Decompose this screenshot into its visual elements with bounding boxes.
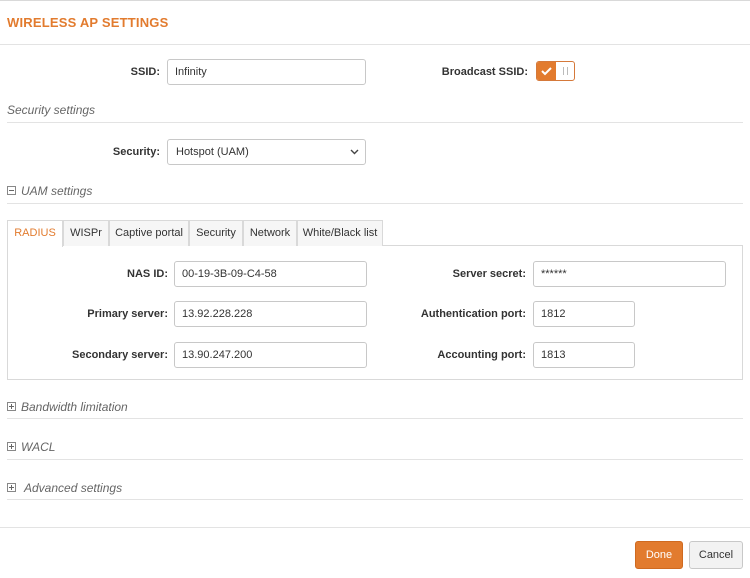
collapse-icon [7,186,16,195]
bandwidth-limitation-toggle[interactable]: Bandwidth limitation [7,400,128,414]
nas-id-input[interactable] [174,261,367,287]
tab-security[interactable]: Security [189,220,243,246]
dialog-title: WIRELESS AP SETTINGS [7,15,169,30]
server-secret-input[interactable] [533,261,726,287]
expand-icon [7,483,16,492]
security-divider [7,122,743,123]
uam-settings-heading: UAM settings [21,184,93,198]
primary-server-input[interactable] [174,301,367,327]
advanced-settings-toggle[interactable]: Advanced settings [7,481,122,495]
wacl-toggle[interactable]: WACL [7,440,55,454]
title-divider [0,44,750,45]
top-border [0,0,750,1]
tab-network[interactable]: Network [243,220,297,246]
footer-divider [0,527,750,528]
bandwidth-heading: Bandwidth limitation [21,400,128,414]
secondary-server-input[interactable] [174,342,367,368]
secondary-server-label: Secondary server: [72,349,168,361]
primary-server-label: Primary server: [87,308,168,320]
broadcast-ssid-toggle[interactable] [536,61,575,81]
ssid-label: SSID: [130,66,160,78]
tab-captive-portal[interactable]: Captive portal [109,220,189,246]
radius-panel: NAS ID: Primary server: Secondary server… [7,245,743,380]
security-select-value: Hotspot (UAM) [176,146,249,158]
uam-divider [7,203,743,204]
expand-icon [7,402,16,411]
security-settings-heading: Security settings [7,103,96,117]
advanced-heading: Advanced settings [24,481,123,495]
nas-id-label: NAS ID: [127,268,168,280]
security-label: Security: [112,146,160,158]
server-secret-label: Server secret: [452,268,526,280]
advanced-divider [7,499,743,500]
chevron-down-icon [350,140,359,174]
tab-radius[interactable]: RADIUS [7,220,63,247]
auth-port-label: Authentication port: [420,308,526,320]
auth-port-input[interactable] [533,301,635,327]
ssid-input[interactable] [167,59,366,85]
wacl-heading: WACL [21,440,56,454]
tab-wispr[interactable]: WISPr [63,220,109,246]
acct-port-label: Accounting port: [437,349,526,361]
bandwidth-divider [7,418,743,419]
security-select[interactable]: Hotspot (UAM) [167,139,366,165]
uam-tabs: NAS ID: Primary server: Secondary server… [7,220,743,380]
toggle-on-part [537,62,556,80]
wacl-divider [7,459,743,460]
toggle-grip-icon [563,67,568,75]
expand-icon [7,442,16,451]
done-button[interactable]: Done [635,541,683,569]
broadcast-ssid-label: Broadcast SSID: [441,66,528,78]
tab-white-black-list[interactable]: White/Black list [297,220,383,246]
cancel-button[interactable]: Cancel [689,541,743,569]
acct-port-input[interactable] [533,342,635,368]
check-icon [541,67,552,76]
uam-settings-toggle[interactable]: UAM settings [7,184,92,198]
